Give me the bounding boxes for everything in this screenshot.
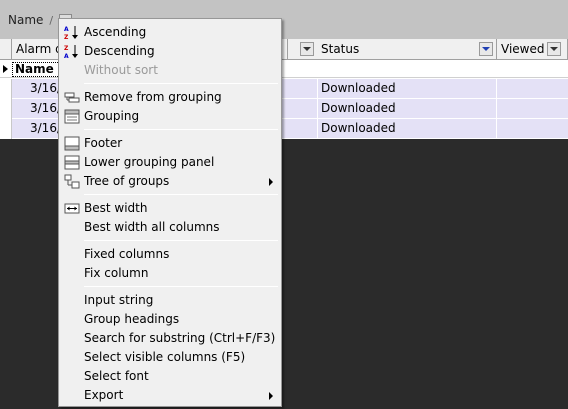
menu-item-label: Grouping — [84, 109, 140, 123]
menu-item-tree-of-groups[interactable]: Tree of groups — [61, 172, 279, 191]
sort-ascending-icon: A Z — [64, 25, 80, 41]
menu-item-remove-from-grouping[interactable]: Remove from grouping — [61, 88, 279, 107]
menu-item-label: Search for substring (Ctrl+F/F3) — [84, 331, 276, 345]
column-header-label: Status — [321, 42, 360, 56]
menu-item-label: Lower grouping panel — [84, 155, 215, 169]
cell-viewed — [497, 79, 568, 99]
viewed-filter-icon[interactable] — [547, 42, 561, 56]
menu-item-without-sort[interactable]: Without sort — [61, 61, 279, 80]
menu-item-ascending[interactable]: A Z Ascending — [61, 23, 279, 42]
menu-item-grouping[interactable]: Grouping — [61, 107, 279, 126]
cell-status: Downloaded — [318, 79, 497, 99]
menu-item-input-string[interactable]: Input string — [61, 291, 279, 310]
menu-item-label: Ascending — [84, 25, 147, 39]
menu-item-label: Remove from grouping — [84, 90, 222, 104]
row-selector[interactable] — [0, 99, 12, 119]
row-selector[interactable] — [0, 119, 12, 139]
row-indicator-icon — [3, 65, 8, 73]
cell-status: Downloaded — [318, 119, 497, 139]
menu-item-select-visible-columns[interactable]: Select visible columns (F5) — [61, 348, 279, 367]
menu-item-label: Tree of groups — [84, 174, 170, 188]
column-filter-icon[interactable] — [300, 42, 314, 56]
menu-separator — [84, 240, 278, 241]
menu-item-best-width-all-columns[interactable]: Best width all columns — [61, 218, 279, 237]
cell-viewed — [497, 99, 568, 119]
column-context-menu: A Z Ascending Z A Descending Without sor… — [58, 18, 282, 407]
column-header-status[interactable]: Status — [317, 39, 497, 60]
menu-item-footer[interactable]: Footer — [61, 134, 279, 153]
remove-grouping-icon — [64, 90, 80, 105]
submenu-arrow-icon — [269, 392, 273, 400]
menu-item-label: Select font — [84, 369, 149, 383]
menu-item-descending[interactable]: Z A Descending — [61, 42, 279, 61]
menu-item-label: Best width — [84, 201, 148, 215]
menu-item-select-font[interactable]: Select font — [61, 367, 279, 386]
footer-icon — [64, 136, 80, 151]
menu-item-label: Export — [84, 388, 124, 402]
cell-status: Downloaded — [318, 99, 497, 119]
svg-text:A: A — [64, 53, 69, 59]
sort-descending-icon: Z A — [64, 44, 80, 60]
row-selector[interactable] — [0, 79, 12, 99]
menu-item-label: Select visible columns (F5) — [84, 350, 246, 364]
menu-item-label: Descending — [84, 44, 155, 58]
tree-of-groups-icon — [64, 174, 80, 189]
menu-separator — [84, 83, 278, 84]
menu-item-fixed-columns[interactable]: Fixed columns — [61, 245, 279, 264]
menu-item-label: Best width all columns — [84, 220, 220, 234]
menu-item-label: Fixed columns — [84, 247, 170, 261]
lower-grouping-panel-icon — [64, 155, 80, 170]
column-header-label: Viewed — [501, 42, 545, 56]
menu-item-search-substring[interactable]: Search for substring (Ctrl+F/F3) — [61, 329, 279, 348]
menu-separator — [84, 286, 278, 287]
menu-item-best-width[interactable]: Best width — [61, 199, 279, 218]
status-filter-icon[interactable] — [479, 42, 493, 56]
svg-text:Z: Z — [64, 34, 69, 40]
grouping-icon — [64, 109, 80, 124]
sort-indicator: / — [49, 13, 54, 27]
submenu-arrow-icon — [269, 178, 273, 186]
group-chip-label: Name — [8, 13, 44, 27]
menu-item-lower-grouping-panel[interactable]: Lower grouping panel — [61, 153, 279, 172]
menu-item-group-headings[interactable]: Group headings — [61, 310, 279, 329]
cell-viewed — [497, 119, 568, 139]
svg-text:A: A — [64, 26, 69, 33]
column-header-label: Alarm d — [16, 42, 63, 56]
menu-item-export[interactable]: Export — [61, 386, 279, 405]
header-corner — [0, 39, 12, 60]
menu-item-label: Input string — [84, 293, 154, 307]
best-width-icon — [64, 201, 80, 216]
menu-item-label: Group headings — [84, 312, 180, 326]
menu-separator — [84, 194, 278, 195]
svg-text:Z: Z — [64, 45, 69, 52]
menu-item-fix-column[interactable]: Fix column — [61, 264, 279, 283]
menu-item-label: Fix column — [84, 266, 149, 280]
menu-separator — [84, 129, 278, 130]
menu-item-label: Without sort — [84, 63, 158, 77]
menu-item-label: Footer — [84, 136, 123, 150]
